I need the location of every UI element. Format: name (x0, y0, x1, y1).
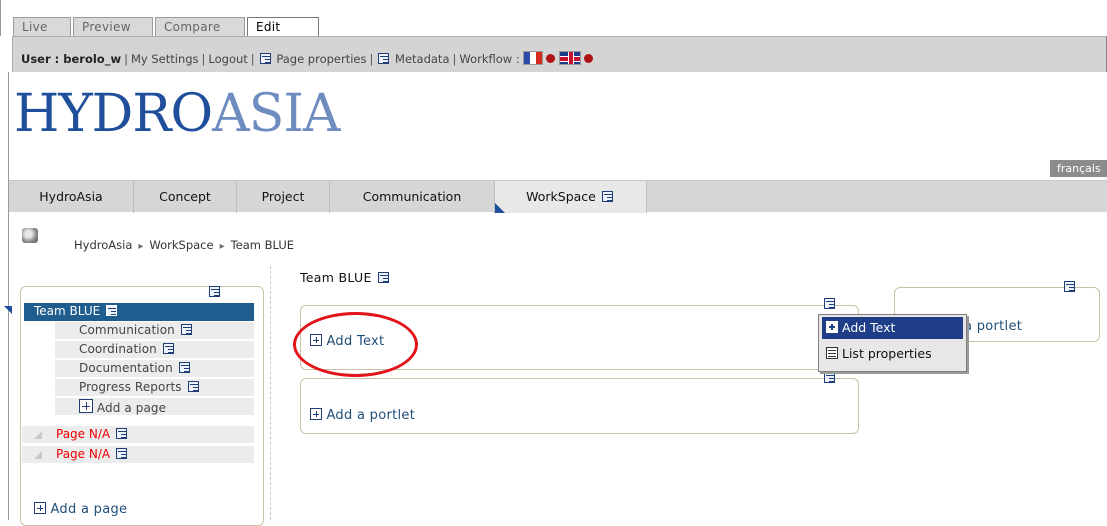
tree-child-item[interactable]: Progress Reports (55, 379, 254, 396)
plus-icon (79, 399, 93, 413)
add-portlet-label: Add a portlet (326, 408, 416, 423)
tree-child-item[interactable]: Communication (55, 322, 254, 339)
tree-item-label: Page N/A (56, 447, 111, 461)
add-page-label: Add a page (50, 502, 128, 517)
properties-icon[interactable] (1064, 281, 1075, 292)
chevron-right-icon: ▸ (138, 241, 144, 252)
add-portlet-link[interactable]: Add a portlet (310, 408, 415, 423)
metadata-link[interactable]: Metadata (395, 52, 449, 66)
status-dot-icon (584, 54, 594, 63)
status-dot-icon (546, 54, 556, 63)
tab-preview[interactable]: Preview (73, 17, 153, 36)
site-logo[interactable]: HYDROASIA (14, 88, 340, 140)
tree-item-label: Communication (79, 323, 175, 337)
user-toolbar: User : berolo_w | My Settings | Logout | Page… (12, 36, 1107, 72)
logout-link[interactable]: Logout (208, 52, 247, 66)
nav-tab-workspace-label: WorkSpace (526, 189, 596, 204)
portlet-container (300, 378, 859, 434)
workflow-label: Workflow : (459, 52, 520, 66)
properties-icon[interactable] (601, 191, 613, 202)
logo-part-hydro: HYDRO (14, 84, 213, 144)
plus-icon (310, 408, 322, 420)
tree-item-label: Documentation (79, 361, 173, 375)
add-portlet-link-partial[interactable]: a portlet (964, 319, 1022, 334)
logo-part-asia: ASIA (212, 84, 340, 144)
language-switch[interactable]: français (1050, 160, 1107, 177)
collapsed-triangle-icon (34, 451, 42, 459)
expand-triangle-icon[interactable] (4, 306, 12, 314)
properties-icon[interactable] (115, 448, 127, 459)
tab-compare[interactable]: Compare (155, 17, 245, 36)
main-navigation: HydroAsia Concept Project Communication … (9, 180, 1107, 213)
properties-icon[interactable] (824, 372, 835, 383)
tree-item-label: Page N/A (56, 427, 111, 441)
tab-edit[interactable]: Edit (247, 17, 319, 37)
collapsed-triangle-icon (34, 431, 42, 439)
uk-flag-icon[interactable] (559, 51, 582, 65)
page-title: Team BLUE (300, 270, 391, 285)
properties-icon[interactable] (209, 286, 220, 297)
properties-icon[interactable] (180, 324, 192, 335)
properties-icon[interactable] (162, 343, 174, 354)
menu-item-add-text[interactable]: Add Text (822, 317, 963, 339)
metadata-icon (378, 53, 390, 64)
tree-child-item[interactable]: Documentation (55, 360, 254, 377)
menu-item-label: List properties (842, 346, 932, 361)
properties-icon[interactable] (106, 305, 118, 316)
tree-item-missing[interactable]: Page N/A (22, 446, 254, 463)
properties-icon (259, 53, 271, 64)
tree-item-label: Coordination (79, 342, 157, 356)
column-divider (270, 266, 271, 520)
page-properties-link[interactable]: Page properties (276, 52, 366, 66)
plus-icon (826, 321, 838, 333)
chevron-right-icon: ▸ (219, 241, 225, 252)
menu-item-label: Add Text (842, 320, 896, 335)
nav-tab-workspace[interactable]: WorkSpace (495, 181, 647, 213)
breadcrumb-item[interactable]: HydroAsia (74, 238, 132, 252)
properties-icon[interactable] (377, 272, 389, 283)
tree-item-missing[interactable]: Page N/A (22, 426, 254, 443)
page-title-text: Team BLUE (300, 270, 372, 285)
left-border (8, 72, 9, 520)
tree-item-label: Progress Reports (79, 380, 182, 394)
breadcrumb-item[interactable]: WorkSpace (149, 238, 213, 252)
breadcrumb: HydroAsia ▸ WorkSpace ▸ Team BLUE (74, 238, 294, 252)
properties-icon[interactable] (824, 298, 835, 309)
highlight-circle (293, 312, 418, 377)
tab-live[interactable]: Live (13, 17, 71, 36)
tree-item-label: Team BLUE (34, 304, 101, 318)
breadcrumb-item: Team BLUE (230, 238, 295, 252)
home-icon[interactable] (22, 228, 38, 243)
nav-tab-hydroasia[interactable]: HydroAsia (9, 181, 134, 213)
tree-child-item[interactable]: Coordination (55, 341, 254, 358)
my-settings-link[interactable]: My Settings (131, 52, 199, 66)
mode-tab-bar: Live Preview Compare Edit (0, 0, 1107, 37)
add-child-page[interactable]: Add a page (55, 398, 254, 415)
add-page-link[interactable]: Add a page (34, 502, 127, 517)
list-icon (826, 347, 838, 359)
tree-item-active[interactable]: Team BLUE (4, 303, 254, 321)
user-label: User : berolo_w (21, 52, 122, 66)
properties-icon[interactable] (187, 381, 199, 392)
menu-item-list-properties[interactable]: List properties (822, 343, 963, 365)
french-flag-icon[interactable] (523, 51, 544, 65)
properties-icon[interactable] (115, 428, 127, 439)
nav-tab-communication[interactable]: Communication (330, 181, 495, 213)
properties-icon[interactable] (178, 362, 190, 373)
add-page-label: Add a page (96, 401, 167, 415)
nav-tab-concept[interactable]: Concept (134, 181, 237, 213)
plus-icon (34, 502, 46, 514)
nav-tab-project[interactable]: Project (237, 181, 330, 213)
